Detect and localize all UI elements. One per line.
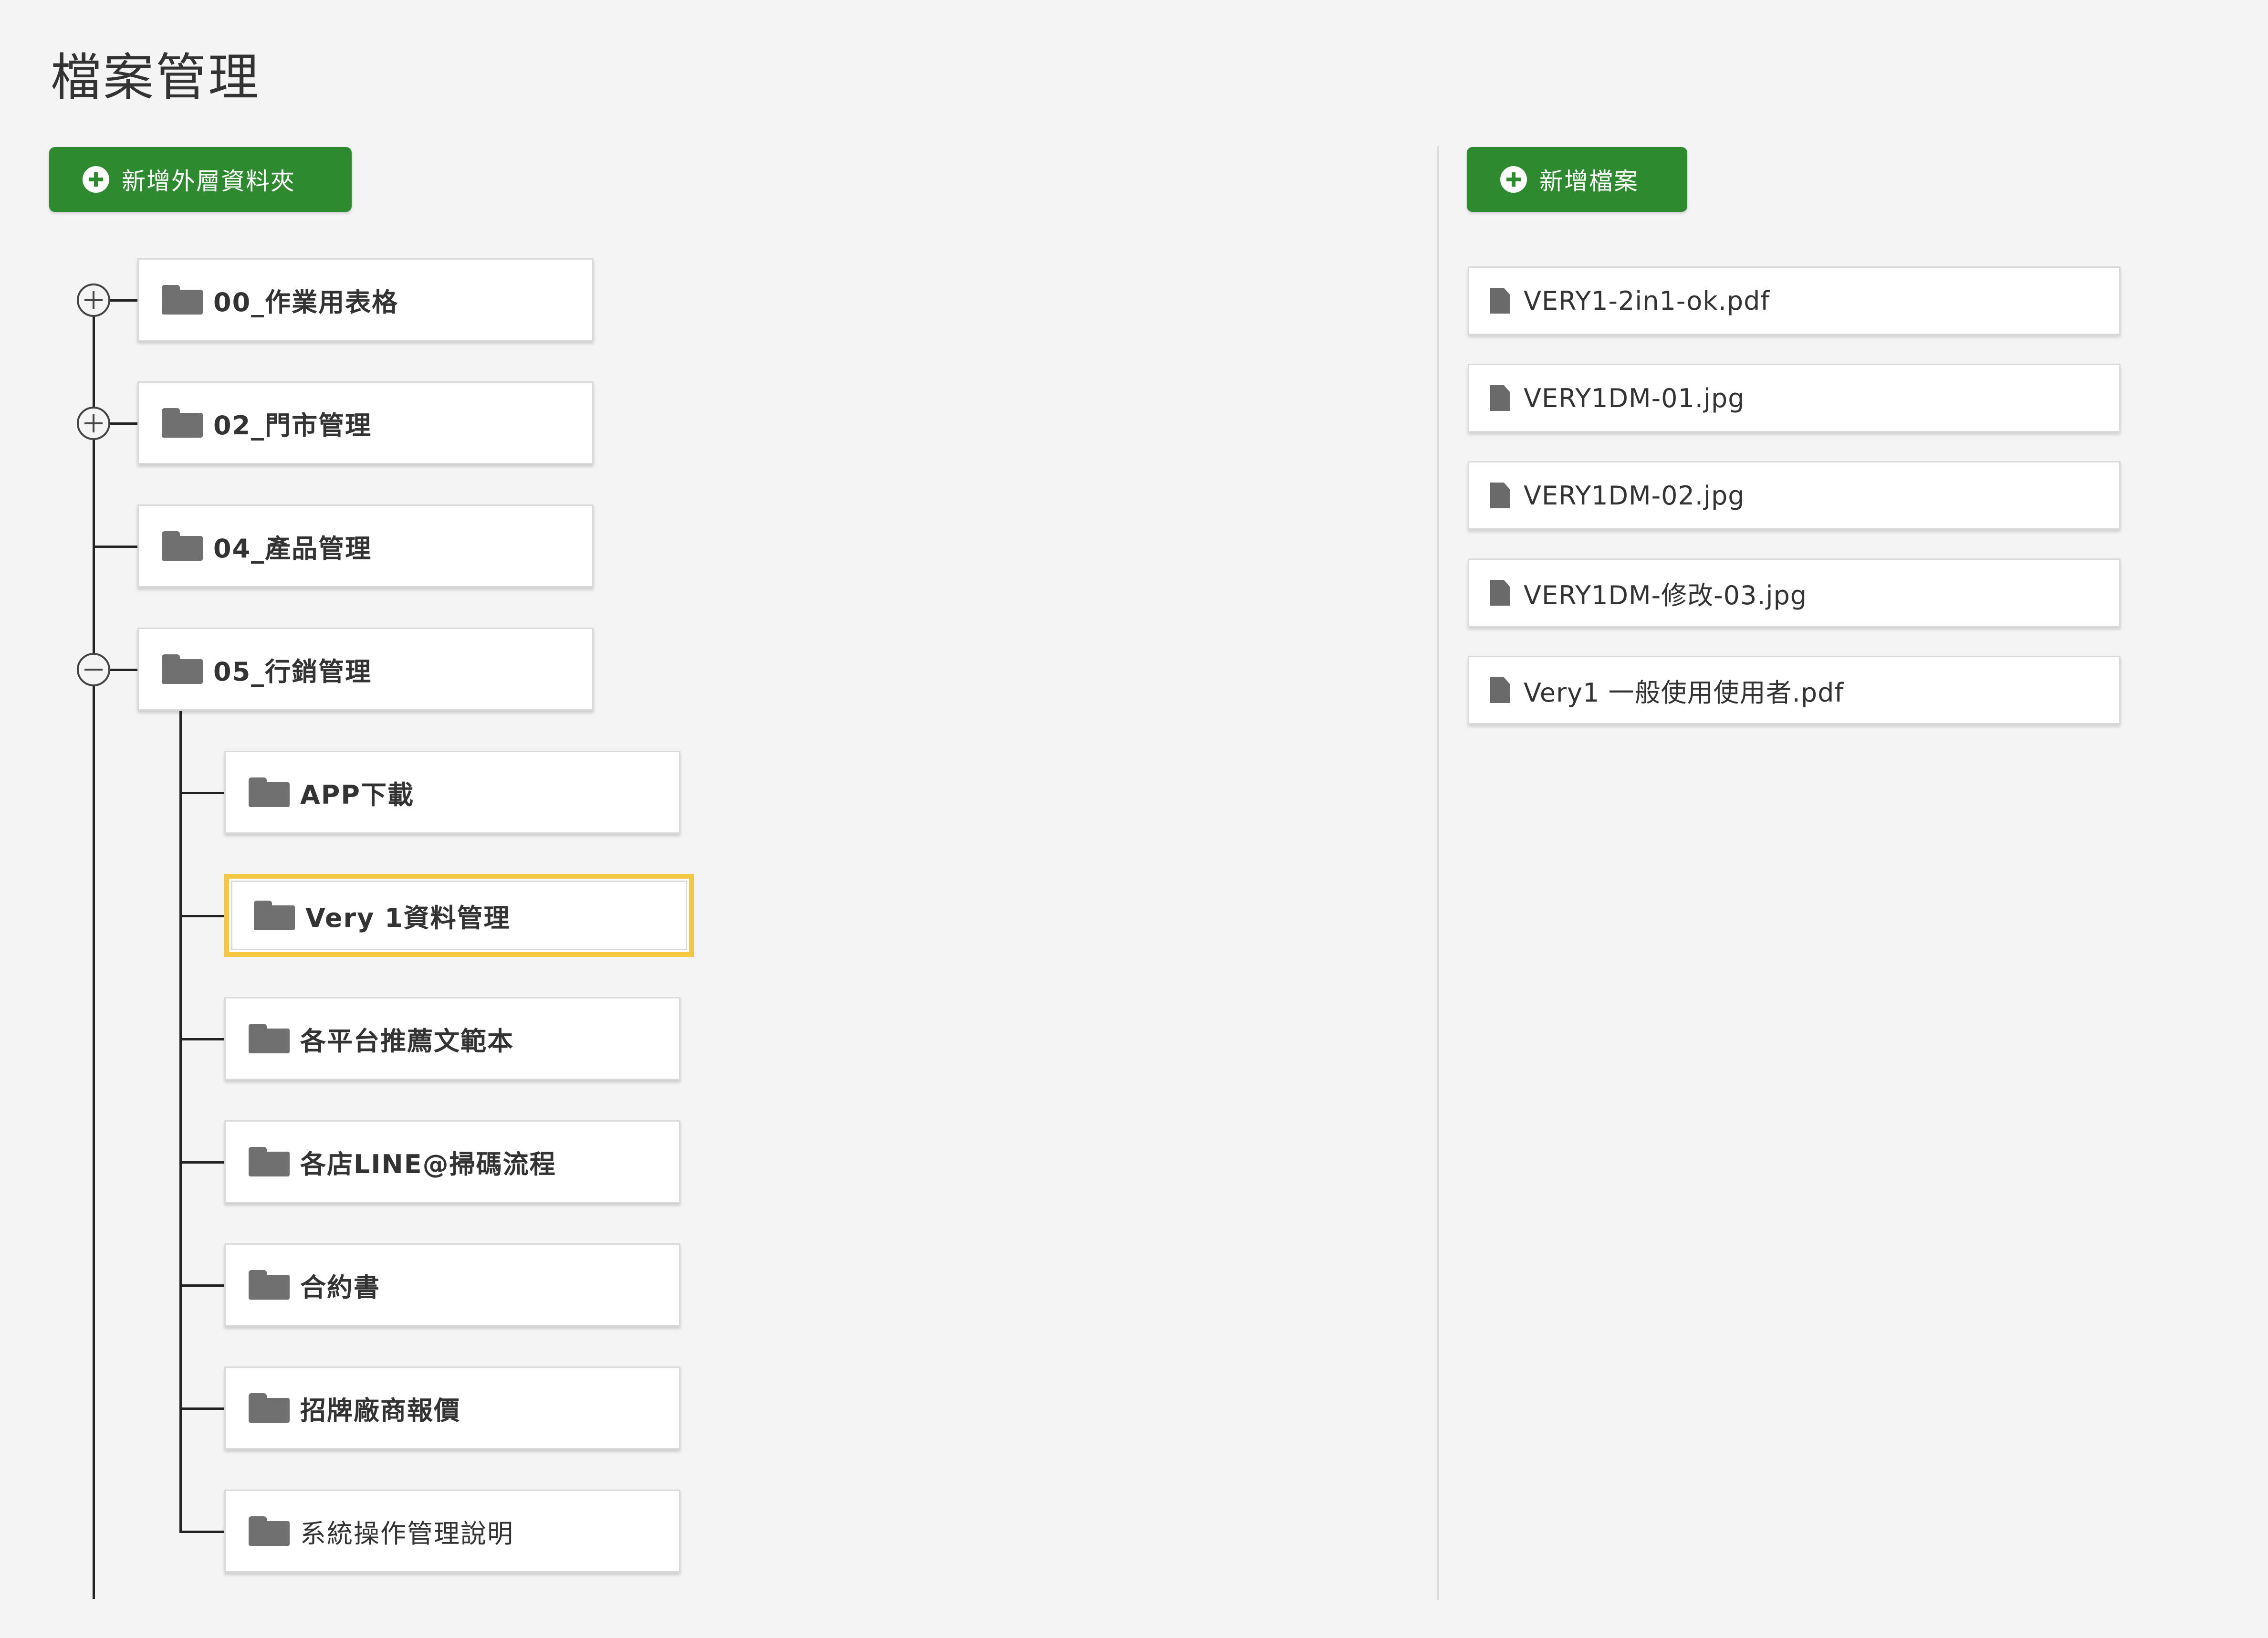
folder-label: 招牌廠商報價 xyxy=(300,1395,460,1426)
folder-00-forms[interactable]: 00_作業用表格 xyxy=(137,258,594,341)
add-outer-folder-button[interactable]: 新增外層資料夾 xyxy=(49,147,352,212)
page-title: 檔案管理 xyxy=(51,48,261,107)
folder-label: 合約書 xyxy=(300,1272,380,1302)
folder-label: Very 1資料管理 xyxy=(305,903,511,933)
file-icon xyxy=(1490,483,1510,508)
plus-circle-icon xyxy=(1500,166,1527,193)
file-icon xyxy=(1490,677,1510,703)
tree-line xyxy=(179,1407,225,1410)
folder-line-scan-process[interactable]: 各店LINE@掃碼流程 xyxy=(224,1120,680,1203)
folder-icon xyxy=(162,531,203,561)
folder-label: 05_行銷管理 xyxy=(213,656,372,687)
folder-label: 04_產品管理 xyxy=(213,533,372,564)
folder-icon xyxy=(249,1393,290,1423)
file-icon xyxy=(1490,580,1510,606)
expand-toggle-icon[interactable] xyxy=(77,284,110,317)
folder-05-marketing-management[interactable]: 05_行銷管理 xyxy=(137,628,594,711)
folder-icon xyxy=(162,654,203,684)
folder-icon xyxy=(162,285,203,315)
folder-icon xyxy=(249,1270,290,1300)
tree-line xyxy=(179,1284,225,1287)
folder-signboard-quotes[interactable]: 招牌廠商報價 xyxy=(224,1366,680,1449)
file-item[interactable]: VERY1DM-01.jpg xyxy=(1468,364,2121,432)
panel-divider xyxy=(1437,146,1439,1600)
tree-line xyxy=(179,1038,225,1040)
tree-line xyxy=(93,300,95,1599)
add-file-button[interactable]: 新增檔案 xyxy=(1467,147,1687,212)
folder-very1-data-management[interactable]: Very 1資料管理 xyxy=(224,874,694,957)
add-file-label: 新增檔案 xyxy=(1539,168,1639,195)
folder-icon xyxy=(249,1147,290,1176)
folder-label: 02_門市管理 xyxy=(213,410,372,441)
folder-icon xyxy=(254,901,295,930)
file-item[interactable]: Very1 一般使用使用者.pdf xyxy=(1468,656,2121,724)
file-name: Very1 一般使用使用者.pdf xyxy=(1524,677,1844,708)
file-name: VERY1-2in1-ok.pdf xyxy=(1524,285,1770,316)
add-outer-folder-label: 新增外層資料夾 xyxy=(122,168,295,195)
tree-line xyxy=(179,1161,225,1164)
folder-label: 系統操作管理說明 xyxy=(300,1518,514,1549)
tree-line xyxy=(179,1531,225,1533)
folder-app-download[interactable]: APP下載 xyxy=(224,751,680,834)
tree-line xyxy=(179,915,225,917)
file-item[interactable]: VERY1-2in1-ok.pdf xyxy=(1468,266,2121,335)
folder-label: 00_作業用表格 xyxy=(213,287,399,317)
folder-label: 各店LINE@掃碼流程 xyxy=(300,1149,556,1179)
folder-system-operation-guide[interactable]: 系統操作管理說明 xyxy=(224,1490,680,1573)
file-name: VERY1DM-修改-03.jpg xyxy=(1524,580,1808,610)
folder-02-store-management[interactable]: 02_門市管理 xyxy=(137,381,594,464)
file-name: VERY1DM-02.jpg xyxy=(1524,480,1745,511)
plus-circle-icon xyxy=(83,166,109,193)
expand-toggle-icon[interactable] xyxy=(77,407,110,440)
folder-04-product-management[interactable]: 04_產品管理 xyxy=(137,504,594,588)
file-icon xyxy=(1490,385,1510,411)
folder-contracts[interactable]: 合約書 xyxy=(224,1243,680,1326)
folder-platform-recommendation-templates[interactable]: 各平台推薦文範本 xyxy=(224,997,680,1080)
tree-line xyxy=(93,546,138,548)
collapse-toggle-icon[interactable] xyxy=(77,653,110,686)
folder-icon xyxy=(162,408,203,438)
folder-icon xyxy=(249,1516,290,1546)
folder-icon xyxy=(249,777,290,807)
file-item[interactable]: VERY1DM-修改-03.jpg xyxy=(1468,558,2121,627)
file-item[interactable]: VERY1DM-02.jpg xyxy=(1468,461,2121,530)
folder-label: 各平台推薦文範本 xyxy=(300,1026,514,1056)
tree-line xyxy=(179,792,225,794)
folder-icon xyxy=(249,1024,290,1053)
folder-label: APP下載 xyxy=(300,779,414,810)
file-icon xyxy=(1490,288,1510,314)
file-name: VERY1DM-01.jpg xyxy=(1524,383,1745,413)
